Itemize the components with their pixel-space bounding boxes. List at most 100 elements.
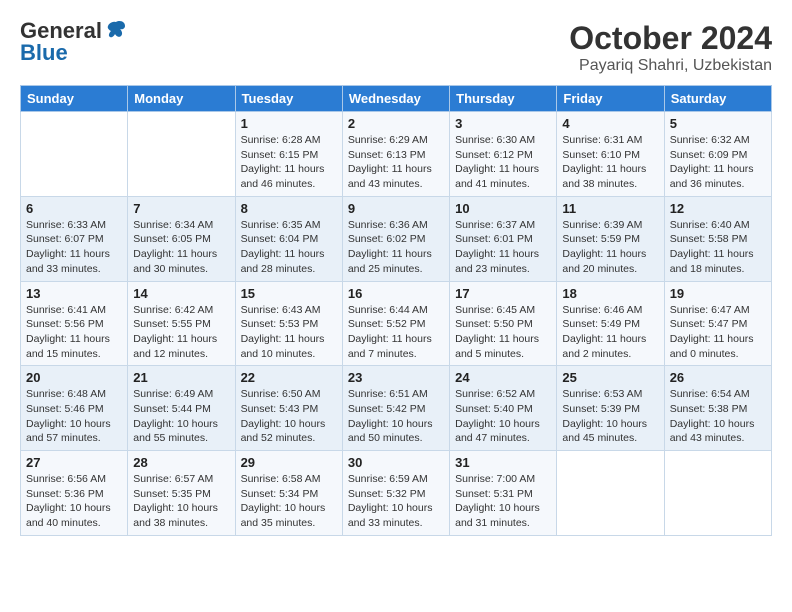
day-number: 14 (133, 286, 229, 301)
calendar-week-row: 20Sunrise: 6:48 AMSunset: 5:46 PMDayligh… (21, 366, 772, 451)
calendar-cell: 5 Sunrise: 6:32 AMSunset: 6:09 PMDaylight… (664, 112, 771, 197)
day-of-week-header: Tuesday (235, 86, 342, 112)
title-area: October 2024 Payariq Shahri, Uzbekistan (569, 20, 772, 75)
calendar-cell: 27 Sunrise: 6:56 AMSunset: 5:36 PMDayligh… (21, 451, 128, 536)
calendar-cell: 7 Sunrise: 6:34 AMSunset: 6:05 PMDaylight… (128, 196, 235, 281)
logo-bird-icon (105, 18, 127, 40)
day-of-week-header: Thursday (450, 86, 557, 112)
day-info: Sunrise: 6:29 AMSunset: 6:13 PMDaylight:… (348, 133, 444, 192)
calendar-cell: 19 Sunrise: 6:47 AMSunset: 5:47 PMDayligh… (664, 281, 771, 366)
day-number: 23 (348, 370, 444, 385)
day-info: Sunrise: 6:40 AMSunset: 5:58 PMDaylight:… (670, 218, 766, 277)
logo: General Blue (20, 20, 127, 64)
day-number: 19 (670, 286, 766, 301)
calendar-week-row: 1 Sunrise: 6:28 AMSunset: 6:15 PMDaylight… (21, 112, 772, 197)
calendar-cell: 25Sunrise: 6:53 AMSunset: 5:39 PMDayligh… (557, 366, 664, 451)
day-info: Sunrise: 6:42 AMSunset: 5:55 PMDaylight:… (133, 303, 229, 362)
day-of-week-header: Sunday (21, 86, 128, 112)
day-number: 7 (133, 201, 229, 216)
day-number: 20 (26, 370, 122, 385)
day-info: Sunrise: 6:57 AMSunset: 5:35 PMDaylight:… (133, 472, 229, 531)
calendar-cell: 15 Sunrise: 6:43 AMSunset: 5:53 PMDayligh… (235, 281, 342, 366)
day-info: Sunrise: 6:52 AMSunset: 5:40 PMDaylight:… (455, 387, 551, 446)
day-info: Sunrise: 6:51 AMSunset: 5:42 PMDaylight:… (348, 387, 444, 446)
day-number: 13 (26, 286, 122, 301)
day-number: 17 (455, 286, 551, 301)
day-number: 24 (455, 370, 551, 385)
day-info: Sunrise: 6:35 AMSunset: 6:04 PMDaylight:… (241, 218, 337, 277)
day-info: Sunrise: 6:59 AMSunset: 5:32 PMDaylight:… (348, 472, 444, 531)
calendar-cell (664, 451, 771, 536)
day-info: Sunrise: 6:43 AMSunset: 5:53 PMDaylight:… (241, 303, 337, 362)
calendar-cell: 28 Sunrise: 6:57 AMSunset: 5:35 PMDayligh… (128, 451, 235, 536)
calendar-cell: 10Sunrise: 6:37 AMSunset: 6:01 PMDayligh… (450, 196, 557, 281)
day-info: Sunrise: 6:50 AMSunset: 5:43 PMDaylight:… (241, 387, 337, 446)
calendar-cell: 30Sunrise: 6:59 AMSunset: 5:32 PMDayligh… (342, 451, 449, 536)
logo-general-text: General (20, 20, 102, 42)
calendar-cell: 24 Sunrise: 6:52 AMSunset: 5:40 PMDayligh… (450, 366, 557, 451)
day-number: 5 (670, 116, 766, 131)
calendar-header-row: SundayMondayTuesdayWednesdayThursdayFrid… (21, 86, 772, 112)
calendar-cell: 2Sunrise: 6:29 AMSunset: 6:13 PMDaylight… (342, 112, 449, 197)
day-info: Sunrise: 6:46 AMSunset: 5:49 PMDaylight:… (562, 303, 658, 362)
day-info: Sunrise: 6:30 AMSunset: 6:12 PMDaylight:… (455, 133, 551, 192)
day-info: Sunrise: 7:00 AMSunset: 5:31 PMDaylight:… (455, 472, 551, 531)
day-info: Sunrise: 6:33 AMSunset: 6:07 PMDaylight:… (26, 218, 122, 277)
calendar-cell: 6 Sunrise: 6:33 AMSunset: 6:07 PMDaylight… (21, 196, 128, 281)
day-info: Sunrise: 6:36 AMSunset: 6:02 PMDaylight:… (348, 218, 444, 277)
day-of-week-header: Monday (128, 86, 235, 112)
day-number: 6 (26, 201, 122, 216)
calendar-week-row: 6 Sunrise: 6:33 AMSunset: 6:07 PMDaylight… (21, 196, 772, 281)
calendar-cell: 13Sunrise: 6:41 AMSunset: 5:56 PMDayligh… (21, 281, 128, 366)
day-info: Sunrise: 6:58 AMSunset: 5:34 PMDaylight:… (241, 472, 337, 531)
day-info: Sunrise: 6:54 AMSunset: 5:38 PMDaylight:… (670, 387, 766, 446)
day-info: Sunrise: 6:49 AMSunset: 5:44 PMDaylight:… (133, 387, 229, 446)
calendar-cell: 11 Sunrise: 6:39 AMSunset: 5:59 PMDayligh… (557, 196, 664, 281)
day-info: Sunrise: 6:32 AMSunset: 6:09 PMDaylight:… (670, 133, 766, 192)
month-title: October 2024 (569, 20, 772, 57)
day-info: Sunrise: 6:53 AMSunset: 5:39 PMDaylight:… (562, 387, 658, 446)
calendar-week-row: 13Sunrise: 6:41 AMSunset: 5:56 PMDayligh… (21, 281, 772, 366)
calendar-cell: 26 Sunrise: 6:54 AMSunset: 5:38 PMDayligh… (664, 366, 771, 451)
day-number: 21 (133, 370, 229, 385)
calendar-cell: 18 Sunrise: 6:46 AMSunset: 5:49 PMDayligh… (557, 281, 664, 366)
day-info: Sunrise: 6:56 AMSunset: 5:36 PMDaylight:… (26, 472, 122, 531)
calendar-table: SundayMondayTuesdayWednesdayThursdayFrid… (20, 85, 772, 536)
calendar-week-row: 27 Sunrise: 6:56 AMSunset: 5:36 PMDayligh… (21, 451, 772, 536)
day-info: Sunrise: 6:47 AMSunset: 5:47 PMDaylight:… (670, 303, 766, 362)
day-number: 1 (241, 116, 337, 131)
calendar-cell: 3 Sunrise: 6:30 AMSunset: 6:12 PMDaylight… (450, 112, 557, 197)
day-number: 15 (241, 286, 337, 301)
calendar-cell: 8Sunrise: 6:35 AMSunset: 6:04 PMDaylight… (235, 196, 342, 281)
day-of-week-header: Wednesday (342, 86, 449, 112)
day-info: Sunrise: 6:44 AMSunset: 5:52 PMDaylight:… (348, 303, 444, 362)
calendar-cell: 9Sunrise: 6:36 AMSunset: 6:02 PMDaylight… (342, 196, 449, 281)
day-number: 4 (562, 116, 658, 131)
day-number: 22 (241, 370, 337, 385)
day-number: 16 (348, 286, 444, 301)
day-number: 26 (670, 370, 766, 385)
calendar-cell: 31 Sunrise: 7:00 AMSunset: 5:31 PMDayligh… (450, 451, 557, 536)
calendar-cell: 17Sunrise: 6:45 AMSunset: 5:50 PMDayligh… (450, 281, 557, 366)
day-info: Sunrise: 6:28 AMSunset: 6:15 PMDaylight:… (241, 133, 337, 192)
calendar-cell: 12 Sunrise: 6:40 AMSunset: 5:58 PMDayligh… (664, 196, 771, 281)
day-number: 18 (562, 286, 658, 301)
calendar-cell: 21 Sunrise: 6:49 AMSunset: 5:44 PMDayligh… (128, 366, 235, 451)
header: General Blue October 2024 Payariq Shahri… (20, 20, 772, 75)
day-number: 27 (26, 455, 122, 470)
calendar-cell (128, 112, 235, 197)
day-number: 12 (670, 201, 766, 216)
day-number: 28 (133, 455, 229, 470)
day-of-week-header: Friday (557, 86, 664, 112)
calendar-cell: 29Sunrise: 6:58 AMSunset: 5:34 PMDayligh… (235, 451, 342, 536)
day-info: Sunrise: 6:34 AMSunset: 6:05 PMDaylight:… (133, 218, 229, 277)
day-number: 11 (562, 201, 658, 216)
day-of-week-header: Saturday (664, 86, 771, 112)
day-number: 10 (455, 201, 551, 216)
calendar-cell: 4Sunrise: 6:31 AMSunset: 6:10 PMDaylight… (557, 112, 664, 197)
calendar-cell (557, 451, 664, 536)
day-number: 31 (455, 455, 551, 470)
calendar-cell (21, 112, 128, 197)
day-number: 3 (455, 116, 551, 131)
day-info: Sunrise: 6:39 AMSunset: 5:59 PMDaylight:… (562, 218, 658, 277)
